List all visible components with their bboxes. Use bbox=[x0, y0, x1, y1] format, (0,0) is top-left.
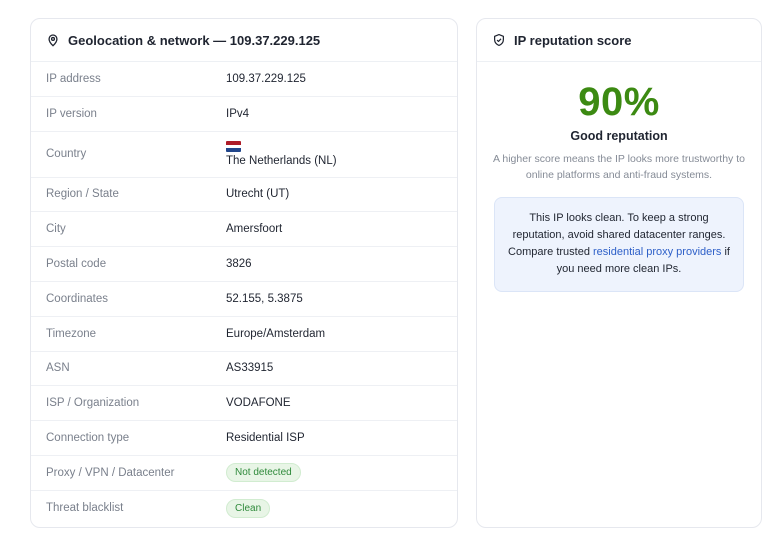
reputation-card: IP reputation score 90% Good reputation … bbox=[476, 18, 762, 528]
row-label: City bbox=[46, 223, 66, 236]
reputation-score: 90% bbox=[578, 80, 660, 124]
clean-ip-note: This IP looks clean. To keep a strong re… bbox=[494, 197, 744, 292]
row-value: AS33915 bbox=[226, 362, 274, 375]
netherlands-flag-icon bbox=[226, 141, 241, 153]
row-value: 109.37.229.125 bbox=[226, 72, 306, 85]
row-region: Region / State Utrecht (UT) bbox=[31, 178, 457, 213]
status-badge: Not detected bbox=[226, 463, 301, 483]
row-label: Region / State bbox=[46, 188, 119, 201]
row-label: Timezone bbox=[46, 327, 97, 340]
row-ip-address: IP address 109.37.229.125 bbox=[31, 62, 457, 97]
row-label: Threat blacklist bbox=[46, 502, 124, 515]
row-value: The Netherlands (NL) bbox=[226, 155, 337, 168]
row-label: ISP / Organization bbox=[46, 397, 140, 410]
row-label: Country bbox=[46, 148, 87, 161]
row-label: Coordinates bbox=[46, 292, 109, 305]
row-value: 3826 bbox=[226, 258, 252, 271]
geolocation-header: Geolocation & network — 109.37.229.125 bbox=[31, 19, 457, 62]
row-postal-code: Postal code 3826 bbox=[31, 247, 457, 282]
row-value: Amersfoort bbox=[226, 223, 283, 236]
reputation-header: IP reputation score bbox=[477, 19, 761, 62]
reputation-label: Good reputation bbox=[570, 129, 668, 143]
row-value: Residential ISP bbox=[226, 432, 305, 445]
row-label: ASN bbox=[46, 362, 70, 375]
reputation-description: A higher score means the IP looks more t… bbox=[493, 153, 745, 181]
row-city: City Amersfoort bbox=[31, 212, 457, 248]
row-country: Country The Netherlands (NL) bbox=[31, 132, 457, 178]
row-label: IP version bbox=[46, 107, 97, 120]
row-threat-blacklist: Threat blacklist Clean bbox=[31, 491, 457, 526]
row-timezone: Timezone Europe/Amsterdam bbox=[31, 317, 457, 352]
row-value: Europe/Amsterdam bbox=[226, 327, 326, 340]
row-label: IP address bbox=[46, 72, 101, 85]
row-value: Utrecht (UT) bbox=[226, 188, 290, 201]
row-label: Proxy / VPN / Datacenter bbox=[46, 466, 175, 479]
row-asn: ASN AS33915 bbox=[31, 352, 457, 387]
row-label: Postal code bbox=[46, 258, 107, 271]
row-coordinates: Coordinates 52.155, 5.3875 bbox=[31, 282, 457, 317]
shield-check-icon bbox=[492, 33, 506, 47]
location-pin-icon bbox=[46, 33, 60, 47]
row-label: Connection type bbox=[46, 432, 130, 445]
country-value: The Netherlands (NL) bbox=[226, 141, 337, 167]
row-proxy-vpn: Proxy / VPN / Datacenter Not detected bbox=[31, 456, 457, 491]
row-isp: ISP / Organization VODAFONE bbox=[31, 386, 457, 422]
row-value: IPv4 bbox=[226, 107, 250, 120]
status-badge: Clean bbox=[226, 498, 271, 518]
row-value: VODAFONE bbox=[226, 397, 291, 410]
row-ip-version: IP version IPv4 bbox=[31, 97, 457, 132]
reputation-title: IP reputation score bbox=[514, 32, 632, 48]
row-value: 52.155, 5.3875 bbox=[226, 292, 303, 305]
geolocation-title: Geolocation & network — 109.37.229.125 bbox=[68, 32, 321, 48]
row-connection-type: Connection type Residential ISP bbox=[31, 421, 457, 456]
geolocation-card: Geolocation & network — 109.37.229.125 I… bbox=[30, 18, 458, 528]
residential-proxy-link[interactable]: residential proxy providers bbox=[593, 246, 721, 258]
